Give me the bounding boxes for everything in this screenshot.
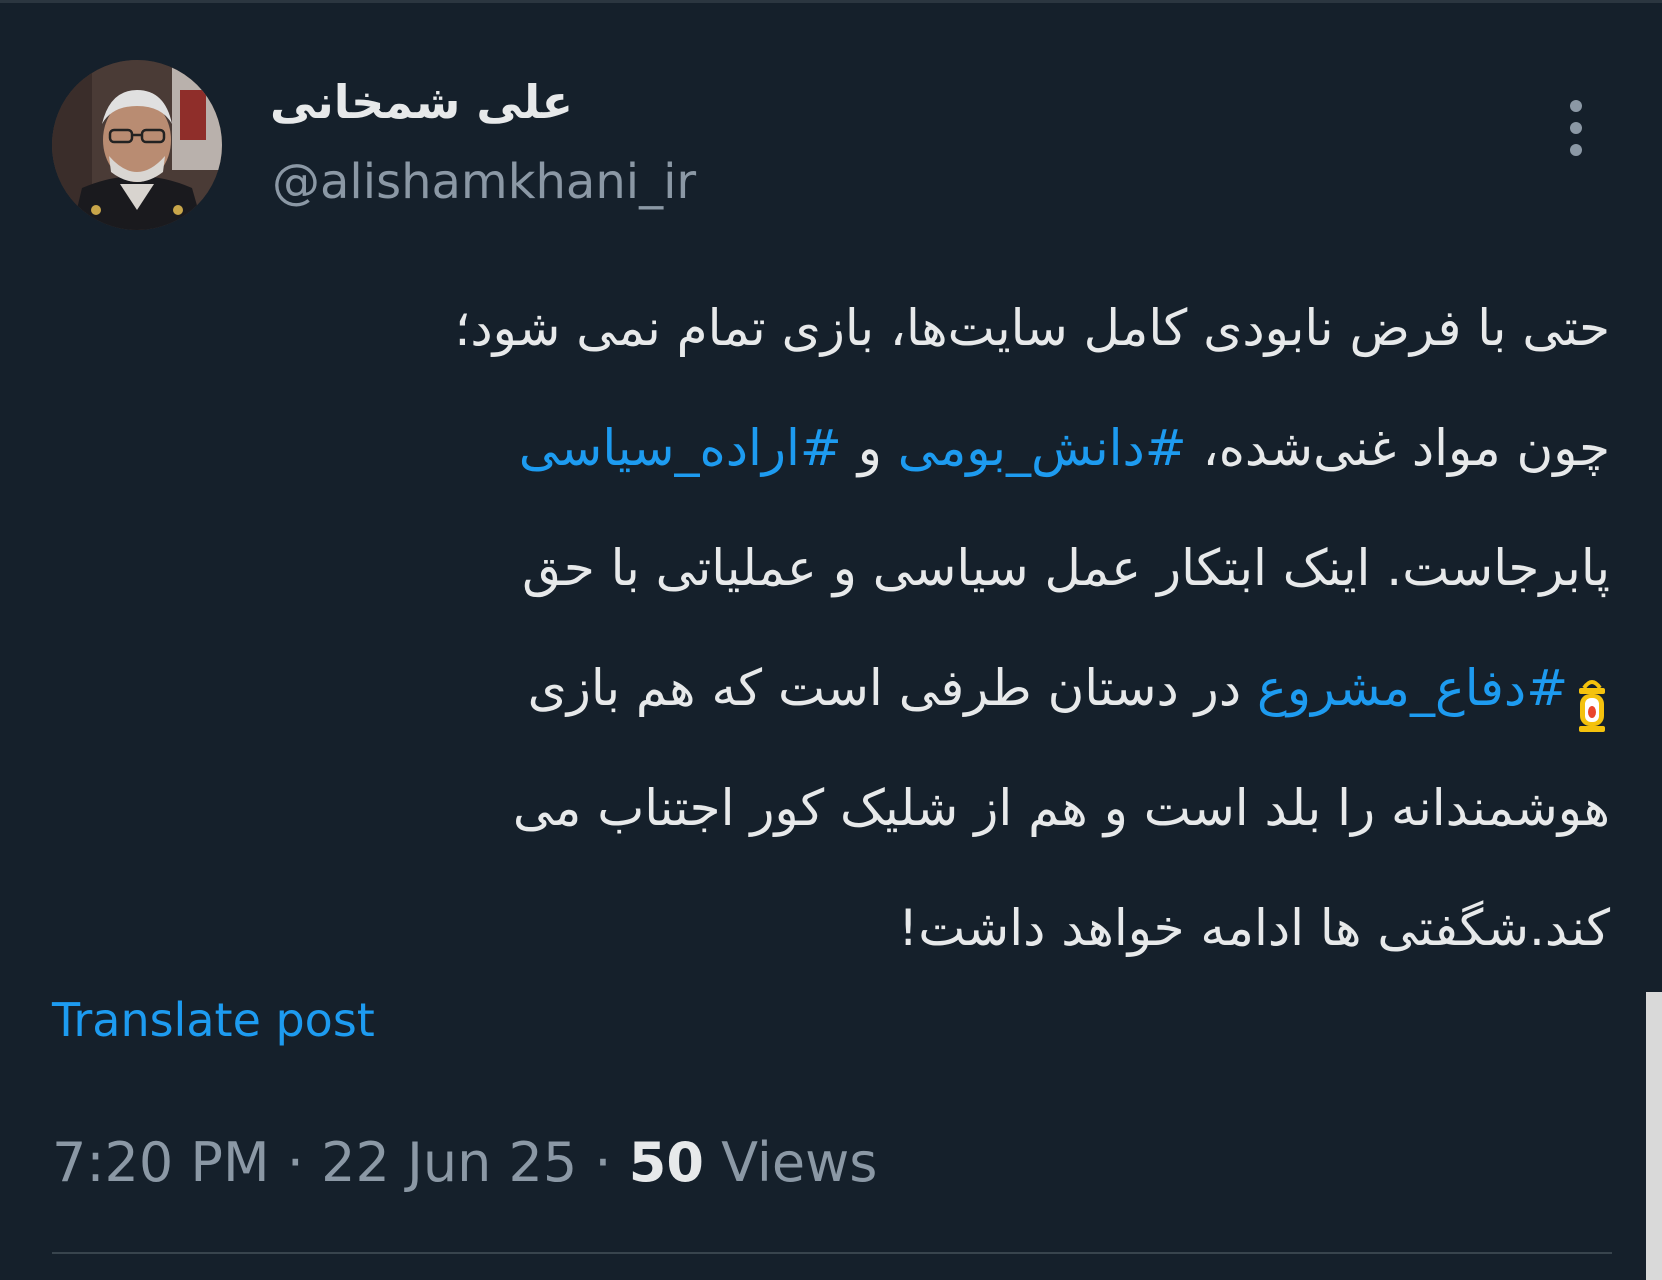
more-dot [1570,144,1582,156]
author-display-name[interactable]: علی شمخانی [270,72,590,132]
top-border [0,0,1662,3]
tweet-line: کند.شگفتی ها ادامه خواهد داشت! [150,868,1610,988]
tweet-text-segment: حتی با فرض نابودی کامل سایت‌ها، بازی تما… [454,299,1611,357]
more-options-icon[interactable] [1556,96,1596,160]
avatar-image [52,60,222,230]
tweet-text-segment: کند.شگفتی ها ادامه خواهد داشت! [898,899,1610,957]
hashtag-link[interactable]: #اراده_سیاسی [519,419,842,477]
views-count: 50 [628,1131,704,1194]
meta-separator: · [286,1131,304,1194]
hashtag-link[interactable]: #دفاع_مشروع [1257,659,1568,717]
tweet-line: پابرجاست. اینک ابتکار عمل سیاسی و عملیات… [150,508,1610,628]
views-label: Views [721,1131,878,1194]
tweet-line: هوشمندانه را بلد است و هم از شلیک کور اج… [150,748,1610,868]
tweet-text-segment: و [841,419,882,477]
tweet-line: چون مواد غنی‌شده، #دانش_بومی و #اراده_سی… [150,388,1610,508]
more-dot [1570,122,1582,134]
scrollbar-thumb[interactable] [1646,992,1662,1280]
tweet-text: حتی با فرض نابودی کامل سایت‌ها، بازی تما… [150,268,1611,988]
post-time[interactable]: 7:20 PM [52,1131,270,1194]
lantern-emoji-icon [1574,661,1610,732]
avatar[interactable] [52,60,222,230]
tweet-text-segment: هوشمندانه را بلد است و هم از شلیک کور اج… [512,779,1610,837]
tweet-text-segment: چون مواد غنی‌شده، [1186,419,1610,477]
tweet-text-segment: در دستان طرفی است که هم بازی [527,659,1242,717]
more-dot [1570,100,1582,112]
post-date[interactable]: 22 Jun 25 [321,1131,577,1194]
meta-separator: · [594,1131,612,1194]
translate-post-link[interactable]: Translate post [52,990,375,1050]
tweet-line: #دفاع_مشروع در دستان طرفی است که هم بازی [150,628,1610,748]
divider [52,1252,1612,1254]
tweet-text-segment: پابرجاست. اینک ابتکار عمل سیاسی و عملیات… [522,539,1610,597]
author-handle[interactable]: @alishamkhani_ir [272,152,696,212]
hashtag-link[interactable]: #دانش_بومی [898,419,1187,477]
tweet-line: حتی با فرض نابودی کامل سایت‌ها، بازی تما… [150,268,1611,388]
post-meta: 7:20 PM · 22 Jun 25 · 50 Views [52,1130,877,1196]
